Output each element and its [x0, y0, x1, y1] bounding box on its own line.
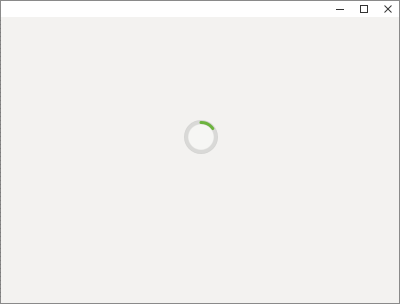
- edge-tick: [0, 88, 1, 89]
- edge-tick: [0, 184, 1, 185]
- edge-tick: [0, 284, 1, 285]
- edge-tick: [0, 60, 1, 61]
- edge-tick: [0, 36, 1, 37]
- edge-tick: [0, 164, 1, 165]
- edge-tick: [0, 28, 1, 29]
- edge-tick: [0, 140, 1, 141]
- edge-tick: [0, 100, 1, 101]
- edge-tick: [0, 156, 1, 157]
- edge-tick: [0, 196, 1, 197]
- edge-tick: [0, 276, 1, 277]
- edge-tick: [0, 252, 1, 253]
- edge-tick: [0, 292, 1, 293]
- edge-tick: [0, 52, 1, 53]
- edge-tick: [0, 288, 1, 289]
- edge-tick: [0, 144, 1, 145]
- edge-tick: [0, 256, 1, 257]
- edge-tick: [0, 168, 1, 169]
- edge-tick: [0, 232, 1, 233]
- edge-tick: [0, 212, 1, 213]
- edge-tick: [0, 20, 1, 21]
- edge-tick: [0, 152, 1, 153]
- edge-tick: [0, 44, 1, 45]
- edge-tick: [0, 136, 1, 137]
- edge-tick: [0, 40, 1, 41]
- edge-tick: [0, 124, 1, 125]
- edge-tick: [0, 268, 1, 269]
- edge-tick: [0, 160, 1, 161]
- spinner-center: [188, 124, 214, 150]
- edge-tick: [0, 108, 1, 109]
- maximize-button[interactable]: [353, 1, 375, 17]
- edge-tick: [0, 72, 1, 73]
- edge-tick: [0, 96, 1, 97]
- edge-tick: [0, 188, 1, 189]
- edge-tick: [0, 120, 1, 121]
- loading-spinner-icon: [184, 120, 218, 154]
- edge-tick: [0, 240, 1, 241]
- maximize-icon: [360, 5, 368, 13]
- edge-tick: [0, 296, 1, 297]
- edge-tick: [0, 248, 1, 249]
- edge-tick: [0, 112, 1, 113]
- edge-tick: [0, 260, 1, 261]
- edge-tick: [0, 64, 1, 65]
- edge-tick: [0, 48, 1, 49]
- edge-tick: [0, 264, 1, 265]
- edge-tick: [0, 92, 1, 93]
- edge-tick: [0, 84, 1, 85]
- edge-tick: [0, 56, 1, 57]
- edge-tick: [0, 208, 1, 209]
- edge-tick: [0, 176, 1, 177]
- edge-tick: [0, 68, 1, 69]
- edge-tick: [0, 192, 1, 193]
- title-bar[interactable]: [1, 1, 399, 17]
- edge-tick: [0, 104, 1, 105]
- close-icon: [384, 5, 392, 13]
- edge-tick: [0, 216, 1, 217]
- edge-tick: [0, 272, 1, 273]
- edge-tick: [0, 224, 1, 225]
- edge-tick: [0, 80, 1, 81]
- minimize-icon: [336, 9, 344, 10]
- edge-tick: [0, 76, 1, 77]
- minimize-button[interactable]: [329, 1, 351, 17]
- edge-tick: [0, 180, 1, 181]
- content-area: [1, 17, 399, 303]
- edge-tick: [0, 24, 1, 25]
- app-window: [0, 0, 400, 304]
- edge-tick: [0, 132, 1, 133]
- edge-tick: [0, 148, 1, 149]
- edge-tick: [0, 200, 1, 201]
- edge-tick: [0, 204, 1, 205]
- edge-tick: [0, 280, 1, 281]
- edge-tick: [0, 32, 1, 33]
- edge-tick: [0, 172, 1, 173]
- edge-tick: [0, 220, 1, 221]
- edge-tick: [0, 116, 1, 117]
- close-button[interactable]: [377, 1, 399, 17]
- edge-tick: [0, 128, 1, 129]
- edge-tick: [0, 228, 1, 229]
- edge-tick: [0, 236, 1, 237]
- edge-tick: [0, 244, 1, 245]
